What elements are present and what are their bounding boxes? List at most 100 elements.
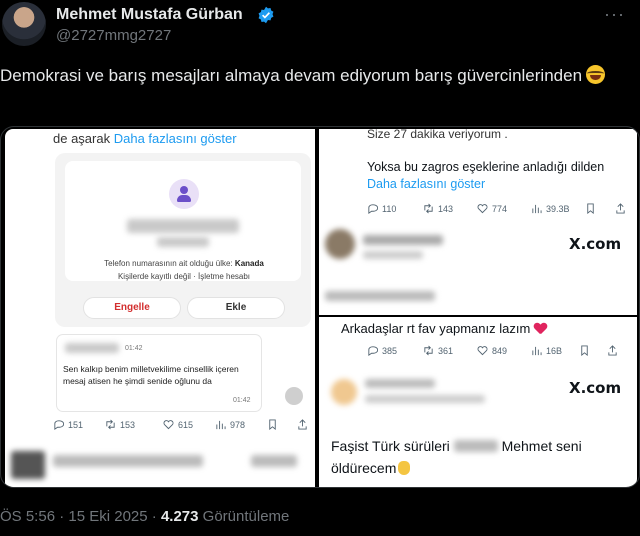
blurred-word (453, 440, 498, 452)
retweet-count: 361 (438, 345, 454, 356)
rt-fav-text: Arkadaşlar rt fav yapmanız lazım (341, 321, 546, 336)
retweet-count: 153 (120, 419, 136, 430)
left-top-text: de aşarak Daha fazlasını göster (53, 131, 237, 146)
reply-stat: 151 (53, 419, 83, 430)
reply-count: 151 (68, 419, 84, 430)
contact-card-inner: Telefon numarasının ait olduğu ülke: Kan… (65, 161, 301, 281)
blurred-user-2 (365, 395, 485, 403)
share-icon (608, 345, 617, 356)
right-top-text: Size 27 dakika veriyorum . (367, 127, 508, 141)
like-count: 849 (492, 345, 508, 356)
right-show-more-link: Daha fazlasını göster (367, 177, 486, 191)
blurred-line (325, 291, 435, 301)
blurred-sender (65, 343, 119, 353)
reply-stat: 385 (367, 345, 397, 356)
bookmark-icon (581, 345, 588, 356)
contact-country-prefix: Telefon numarasının ait olduğu ülke: (104, 259, 233, 268)
media-image-right-bottom[interactable]: Arkadaşlar rt fav yapmanız lazım 385 361… (319, 317, 637, 487)
heart-icon (534, 323, 546, 334)
like-stat: 849 (477, 345, 507, 356)
blurred-name (157, 237, 209, 247)
reply-stat: 110 (367, 203, 396, 214)
tweet-footer: ÖS 5:56 · 15 Eki 2025 · 4.273 Görüntülem… (0, 508, 289, 525)
blurred-number (127, 219, 239, 233)
bookmark-icon (269, 419, 276, 430)
blurred-user (365, 379, 435, 388)
retweet-stat: 153 (105, 419, 135, 430)
blurred-user-2 (251, 455, 297, 467)
left-bottom-blurred (5, 441, 315, 487)
views-label: Görüntüleme (202, 508, 290, 525)
blurred-avatar (11, 451, 45, 479)
contact-info: Telefon numarasının ait olduğu ülke: Kan… (79, 257, 289, 283)
media-image-right-top[interactable]: Size 27 dakika veriyorum . Yoksa bu zagr… (319, 127, 637, 315)
views-total: 4.273 (160, 508, 199, 525)
tweet-timestamp[interactable]: ÖS 5:56 · 15 Eki 2025 · (0, 508, 157, 525)
like-count: 774 (492, 203, 508, 214)
reply-count: 110 (382, 203, 397, 214)
left-stats: 151 153 615 978 (53, 419, 315, 435)
victory-hand-emoji-icon (398, 461, 411, 475)
retweet-icon (424, 345, 433, 356)
retweet-icon (106, 419, 115, 430)
bookmark-icon (587, 203, 594, 214)
contact-status-line: Kişilerde kayıtlı değil · İşletme hesabı (117, 272, 251, 281)
rt-fav-text-content: Arkadaşlar rt fav yapmanız lazım (341, 321, 531, 336)
blurred-avatar (331, 379, 357, 405)
person-icon (169, 179, 199, 209)
blurred-avatar (325, 229, 355, 259)
avatar[interactable] (2, 2, 46, 46)
threat-text-part1: Faşist Türk sürüleri (331, 438, 450, 454)
author-name[interactable]: Mehmet Mustafa Gürban (56, 6, 243, 24)
like-icon (477, 346, 488, 356)
more-options-icon[interactable]: ··· (604, 4, 625, 25)
message-bubble: 01:42 Sen kalkıp benim milletvekilime ci… (57, 335, 261, 411)
message-text: Sen kalkıp benim milletvekilime cinselli… (63, 364, 239, 386)
contact-country-line: Telefon numarasının ait olduğu ülke: Kan… (79, 257, 289, 270)
tweet-header: Mehmet Mustafa Gürban @2727mmg2727 ··· (0, 0, 640, 56)
laughing-emoji-icon (586, 65, 606, 84)
contact-card: Telefon numarasının ait olduğu ülke: Kan… (55, 153, 311, 327)
views-stat: 16B (531, 345, 562, 356)
reply-count: 385 (382, 345, 398, 356)
retweet-count: 143 (438, 203, 454, 214)
block-button: Engelle (83, 297, 181, 319)
tweet-text: Demokrasi ve barış mesajları almaya deva… (0, 63, 620, 89)
blurred-user-2 (363, 251, 423, 259)
message-time: 01:42 (125, 345, 143, 352)
like-icon (477, 204, 488, 214)
right-bottom-stats: 385 361 849 16B (341, 345, 621, 359)
like-icon (163, 420, 174, 430)
tweet-media[interactable]: de aşarak Daha fazlasını göster Telefon … (0, 126, 640, 488)
right-tweet-text-content: Yoksa bu zagros eşeklerine anladığı dild… (367, 160, 605, 174)
views-icon (532, 346, 542, 356)
reply-icon (54, 420, 64, 430)
xcom-watermark: X.com (569, 379, 622, 397)
xcom-watermark: X.com (569, 235, 622, 253)
share-icon (616, 203, 625, 214)
tweet-text-content: Demokrasi ve barış mesajları almaya deva… (0, 66, 583, 85)
like-count: 615 (178, 419, 194, 430)
threat-text: Faşist Türk sürüleri Mehmet seni öldürec… (331, 435, 621, 479)
right-top-stats: 110 143 774 39.3B (367, 203, 637, 217)
retweet-stat: 143 (423, 203, 453, 214)
reply-icon (368, 204, 378, 214)
views-icon (216, 420, 226, 430)
like-stat: 774 (477, 203, 507, 214)
views-count: 39.3B (546, 203, 570, 214)
message-time-2: 01:42 (233, 397, 251, 404)
share-icon (298, 419, 307, 430)
blurred-user (363, 235, 443, 245)
blurred-user (53, 455, 203, 467)
views-icon (532, 204, 542, 214)
add-button: Ekle (187, 297, 285, 319)
right-tweet-text: Yoksa bu zagros eşeklerine anladığı dild… (367, 159, 607, 193)
views-stat: 39.3B (531, 203, 570, 214)
like-stat: 615 (163, 419, 193, 430)
author-handle[interactable]: @2727mmg2727 (56, 27, 171, 44)
retweet-stat: 361 (423, 345, 453, 356)
left-top-prefix: de aşarak (53, 131, 111, 146)
retweet-icon (424, 203, 433, 214)
media-image-left[interactable]: de aşarak Daha fazlasını göster Telefon … (5, 129, 315, 487)
reply-icon (368, 346, 378, 356)
